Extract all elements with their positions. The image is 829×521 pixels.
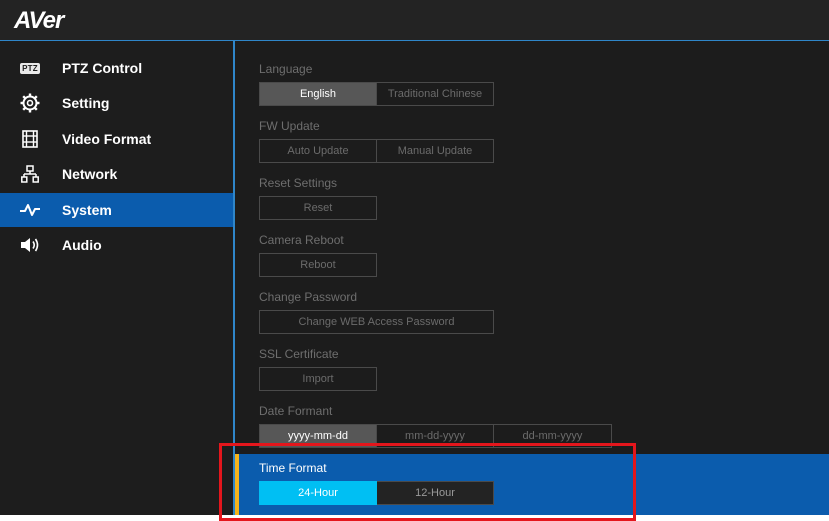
reboot-group: Reboot: [259, 253, 377, 277]
gear-icon: [0, 93, 60, 113]
film-icon: [0, 130, 60, 148]
reset-group: Reset: [259, 196, 377, 220]
ssl-group: Import: [259, 367, 377, 391]
sidebar-item-setting[interactable]: Setting: [0, 86, 233, 120]
date-format-label: Date Formant: [259, 404, 333, 418]
pulse-icon: [0, 203, 60, 217]
language-label: Language: [259, 62, 313, 76]
sidebar: PTZ PTZ Control Setting Video Format Net…: [0, 41, 233, 515]
fw-update-toggle: Auto Update Manual Update: [259, 139, 494, 163]
manual-update-button[interactable]: Manual Update: [377, 139, 494, 163]
sidebar-item-label: Audio: [62, 237, 102, 253]
reboot-button[interactable]: Reboot: [259, 253, 377, 277]
aver-logo: AVer: [14, 7, 64, 34]
sidebar-item-label: Network: [62, 166, 118, 182]
sidebar-item-ptz-control[interactable]: PTZ PTZ Control: [0, 51, 233, 85]
reset-button[interactable]: Reset: [259, 196, 377, 220]
sidebar-item-system[interactable]: System: [0, 193, 233, 227]
speaker-icon: [0, 237, 60, 253]
fw-update-label: FW Update: [259, 119, 320, 133]
reset-settings-label: Reset Settings: [259, 176, 338, 190]
ssl-certificate-label: SSL Certificate: [259, 347, 339, 361]
ptz-badge: PTZ: [20, 62, 40, 74]
sidebar-item-label: Video Format: [62, 131, 152, 147]
network-icon: [0, 165, 60, 183]
import-button[interactable]: Import: [259, 367, 377, 391]
sidebar-item-label: System: [62, 202, 112, 218]
change-password-button[interactable]: Change WEB Access Password: [259, 310, 494, 334]
language-toggle: English Traditional Chinese: [259, 82, 494, 106]
sidebar-item-video-format[interactable]: Video Format: [0, 122, 233, 156]
sidebar-item-label: PTZ Control: [62, 60, 143, 76]
password-group: Change WEB Access Password: [259, 310, 494, 334]
change-password-label: Change Password: [259, 290, 358, 304]
sidebar-item-network[interactable]: Network: [0, 157, 233, 191]
language-english-button[interactable]: English: [259, 82, 377, 106]
sidebar-item-audio[interactable]: Audio: [0, 228, 233, 262]
sidebar-item-label: Setting: [62, 95, 110, 111]
highlight-annotation-box: [219, 443, 636, 521]
ptz-icon: PTZ: [0, 62, 60, 74]
camera-reboot-label: Camera Reboot: [259, 233, 344, 247]
auto-update-button[interactable]: Auto Update: [259, 139, 377, 163]
app-window: AVer PTZ PTZ Control Setting Video Forma…: [0, 0, 829, 515]
language-traditional-chinese-button[interactable]: Traditional Chinese: [377, 82, 494, 106]
top-bar: AVer: [0, 0, 829, 41]
